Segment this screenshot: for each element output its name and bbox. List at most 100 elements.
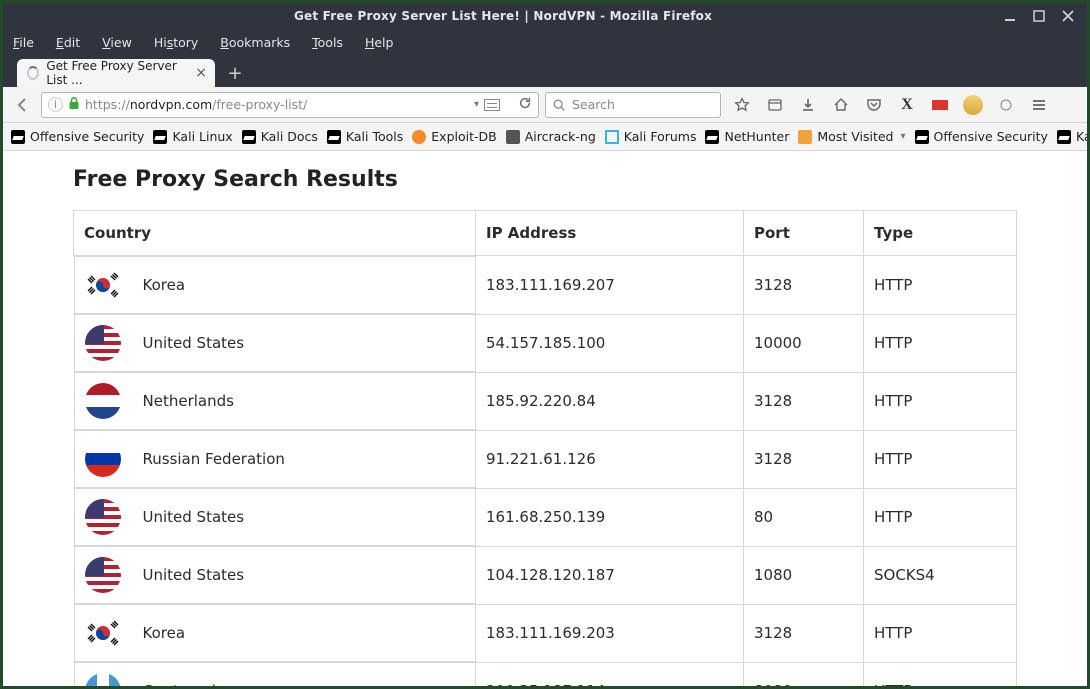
type: HTTP (864, 430, 1017, 488)
page-heading: Free Proxy Search Results (73, 167, 1017, 192)
menu-file[interactable]: File (13, 35, 34, 50)
port: 1080 (744, 546, 864, 604)
flag-icon (85, 615, 121, 651)
ip-address: 200.35.187.114 (476, 662, 744, 686)
extension-2-icon[interactable] (995, 93, 1017, 117)
ip-address: 183.111.169.203 (476, 604, 744, 662)
urlbar-dropdown-icon[interactable]: ▾ (474, 99, 479, 110)
library-button[interactable] (764, 93, 786, 117)
exploit-db-icon (412, 130, 426, 144)
col-country: Country (74, 211, 476, 256)
pocket-button[interactable] (863, 93, 885, 117)
flag-icon (85, 267, 121, 303)
menu-view[interactable]: View (102, 35, 132, 50)
table-row: Netherlands185.92.220.843128HTTP (74, 372, 1017, 430)
ip-address: 54.157.185.100 (476, 314, 744, 372)
country-name: Korea (143, 624, 186, 642)
tab-title: Get Free Proxy Server List ... (46, 59, 188, 87)
kali-icon (153, 130, 167, 144)
folder-icon (798, 130, 812, 144)
bookmark-item[interactable]: Kali Linux (1057, 129, 1087, 144)
back-button[interactable] (11, 93, 35, 117)
loading-spinner-icon (27, 66, 39, 80)
menu-tools[interactable]: Tools (312, 35, 343, 50)
downloads-button[interactable] (797, 93, 819, 117)
type: HTTP (864, 314, 1017, 372)
table-row: United States104.128.120.1871080SOCKS4 (74, 546, 1017, 604)
kali-forums-icon (605, 130, 619, 144)
tabbar: Get Free Proxy Server List ... × + (3, 55, 1087, 87)
search-icon (552, 98, 566, 112)
proxy-table: Country IP Address Port Type Korea183.11… (73, 210, 1017, 686)
table-row: Guatemala 200.35.187.1148080HTTP (74, 662, 1017, 686)
ip-address: 185.92.220.84 (476, 372, 744, 430)
port: 3128 (744, 604, 864, 662)
menu-help[interactable]: Help (365, 35, 394, 50)
type: HTTP (864, 372, 1017, 430)
reader-mode-icon[interactable] (484, 99, 500, 111)
bookmark-star-button[interactable] (731, 93, 753, 117)
kali-icon (1057, 130, 1071, 144)
flag-icon (85, 499, 121, 535)
flag-icon (85, 383, 121, 419)
country-name: United States (143, 334, 245, 352)
titlebar: Get Free Proxy Server List Here! | NordV… (3, 3, 1087, 29)
lock-icon (68, 97, 80, 113)
port: 3128 (744, 430, 864, 488)
site-info-icon[interactable]: i (48, 97, 63, 112)
country-name: Guatemala (143, 682, 226, 686)
col-port: Port (744, 211, 864, 256)
bookmark-item[interactable]: Offensive Security (11, 129, 144, 144)
table-row: Russian Federation 91.221.61.1263128HTTP (74, 430, 1017, 488)
flag-icon (85, 441, 121, 477)
bookmark-item[interactable]: Kali Docs (242, 129, 318, 144)
bookmark-item[interactable]: Kali Forums (605, 129, 697, 144)
search-bar[interactable]: Search (545, 92, 721, 118)
extension-icon[interactable] (929, 93, 951, 117)
port: 3128 (744, 256, 864, 315)
url-bar[interactable]: i https://nordvpn.com/free-proxy-list/ ▾ (41, 92, 539, 118)
url-text: https://nordvpn.com/free-proxy-list/ (85, 97, 469, 112)
menu-bookmarks[interactable]: Bookmarks (220, 35, 290, 50)
page-viewport[interactable]: Free Proxy Search Results Country IP Add… (3, 151, 1087, 686)
tab-close-icon[interactable]: × (195, 66, 207, 80)
bookmark-item[interactable]: NetHunter (705, 129, 789, 144)
close-button[interactable] (1061, 9, 1075, 23)
home-button[interactable] (830, 93, 852, 117)
bookmark-item[interactable]: Most Visited▾ (798, 129, 905, 144)
menu-history[interactable]: History (154, 35, 198, 50)
table-row: Korea183.111.169.2073128HTTP (74, 256, 1017, 315)
menu-edit[interactable]: Edit (56, 35, 80, 50)
type: HTTP (864, 256, 1017, 315)
nav-toolbar: i https://nordvpn.com/free-proxy-list/ ▾… (3, 87, 1087, 123)
bookmark-item[interactable]: Kali Linux (153, 129, 232, 144)
port: 8080 (744, 662, 864, 686)
port: 80 (744, 488, 864, 546)
noscript-icon[interactable]: X (896, 93, 918, 117)
country-name: Russian Federation (143, 450, 285, 468)
new-tab-button[interactable]: + (221, 59, 249, 87)
bookmark-item[interactable]: Kali Tools (327, 129, 403, 144)
ip-address: 104.128.120.187 (476, 546, 744, 604)
bookmark-item[interactable]: Offensive Security (915, 129, 1048, 144)
cookie-icon[interactable] (962, 93, 984, 117)
tab-active[interactable]: Get Free Proxy Server List ... × (17, 59, 215, 87)
flag-icon (85, 325, 121, 361)
ip-address: 91.221.61.126 (476, 430, 744, 488)
table-row: United States161.68.250.13980HTTP (74, 488, 1017, 546)
bookmark-item[interactable]: Exploit-DB (412, 129, 496, 144)
maximize-button[interactable] (1032, 9, 1046, 23)
minimize-button[interactable] (1003, 9, 1017, 23)
country-name: United States (143, 508, 245, 526)
aircrack-icon (506, 130, 520, 144)
menubar: File Edit View History Bookmarks Tools H… (3, 29, 1087, 55)
hamburger-menu-button[interactable] (1028, 93, 1050, 117)
col-ip: IP Address (476, 211, 744, 256)
kali-icon (327, 130, 341, 144)
country-name: Netherlands (143, 392, 234, 410)
type: HTTP (864, 662, 1017, 686)
search-placeholder: Search (572, 97, 615, 112)
bookmark-item[interactable]: Aircrack-ng (506, 129, 596, 144)
ip-address: 161.68.250.139 (476, 488, 744, 546)
reload-button[interactable] (518, 96, 532, 113)
